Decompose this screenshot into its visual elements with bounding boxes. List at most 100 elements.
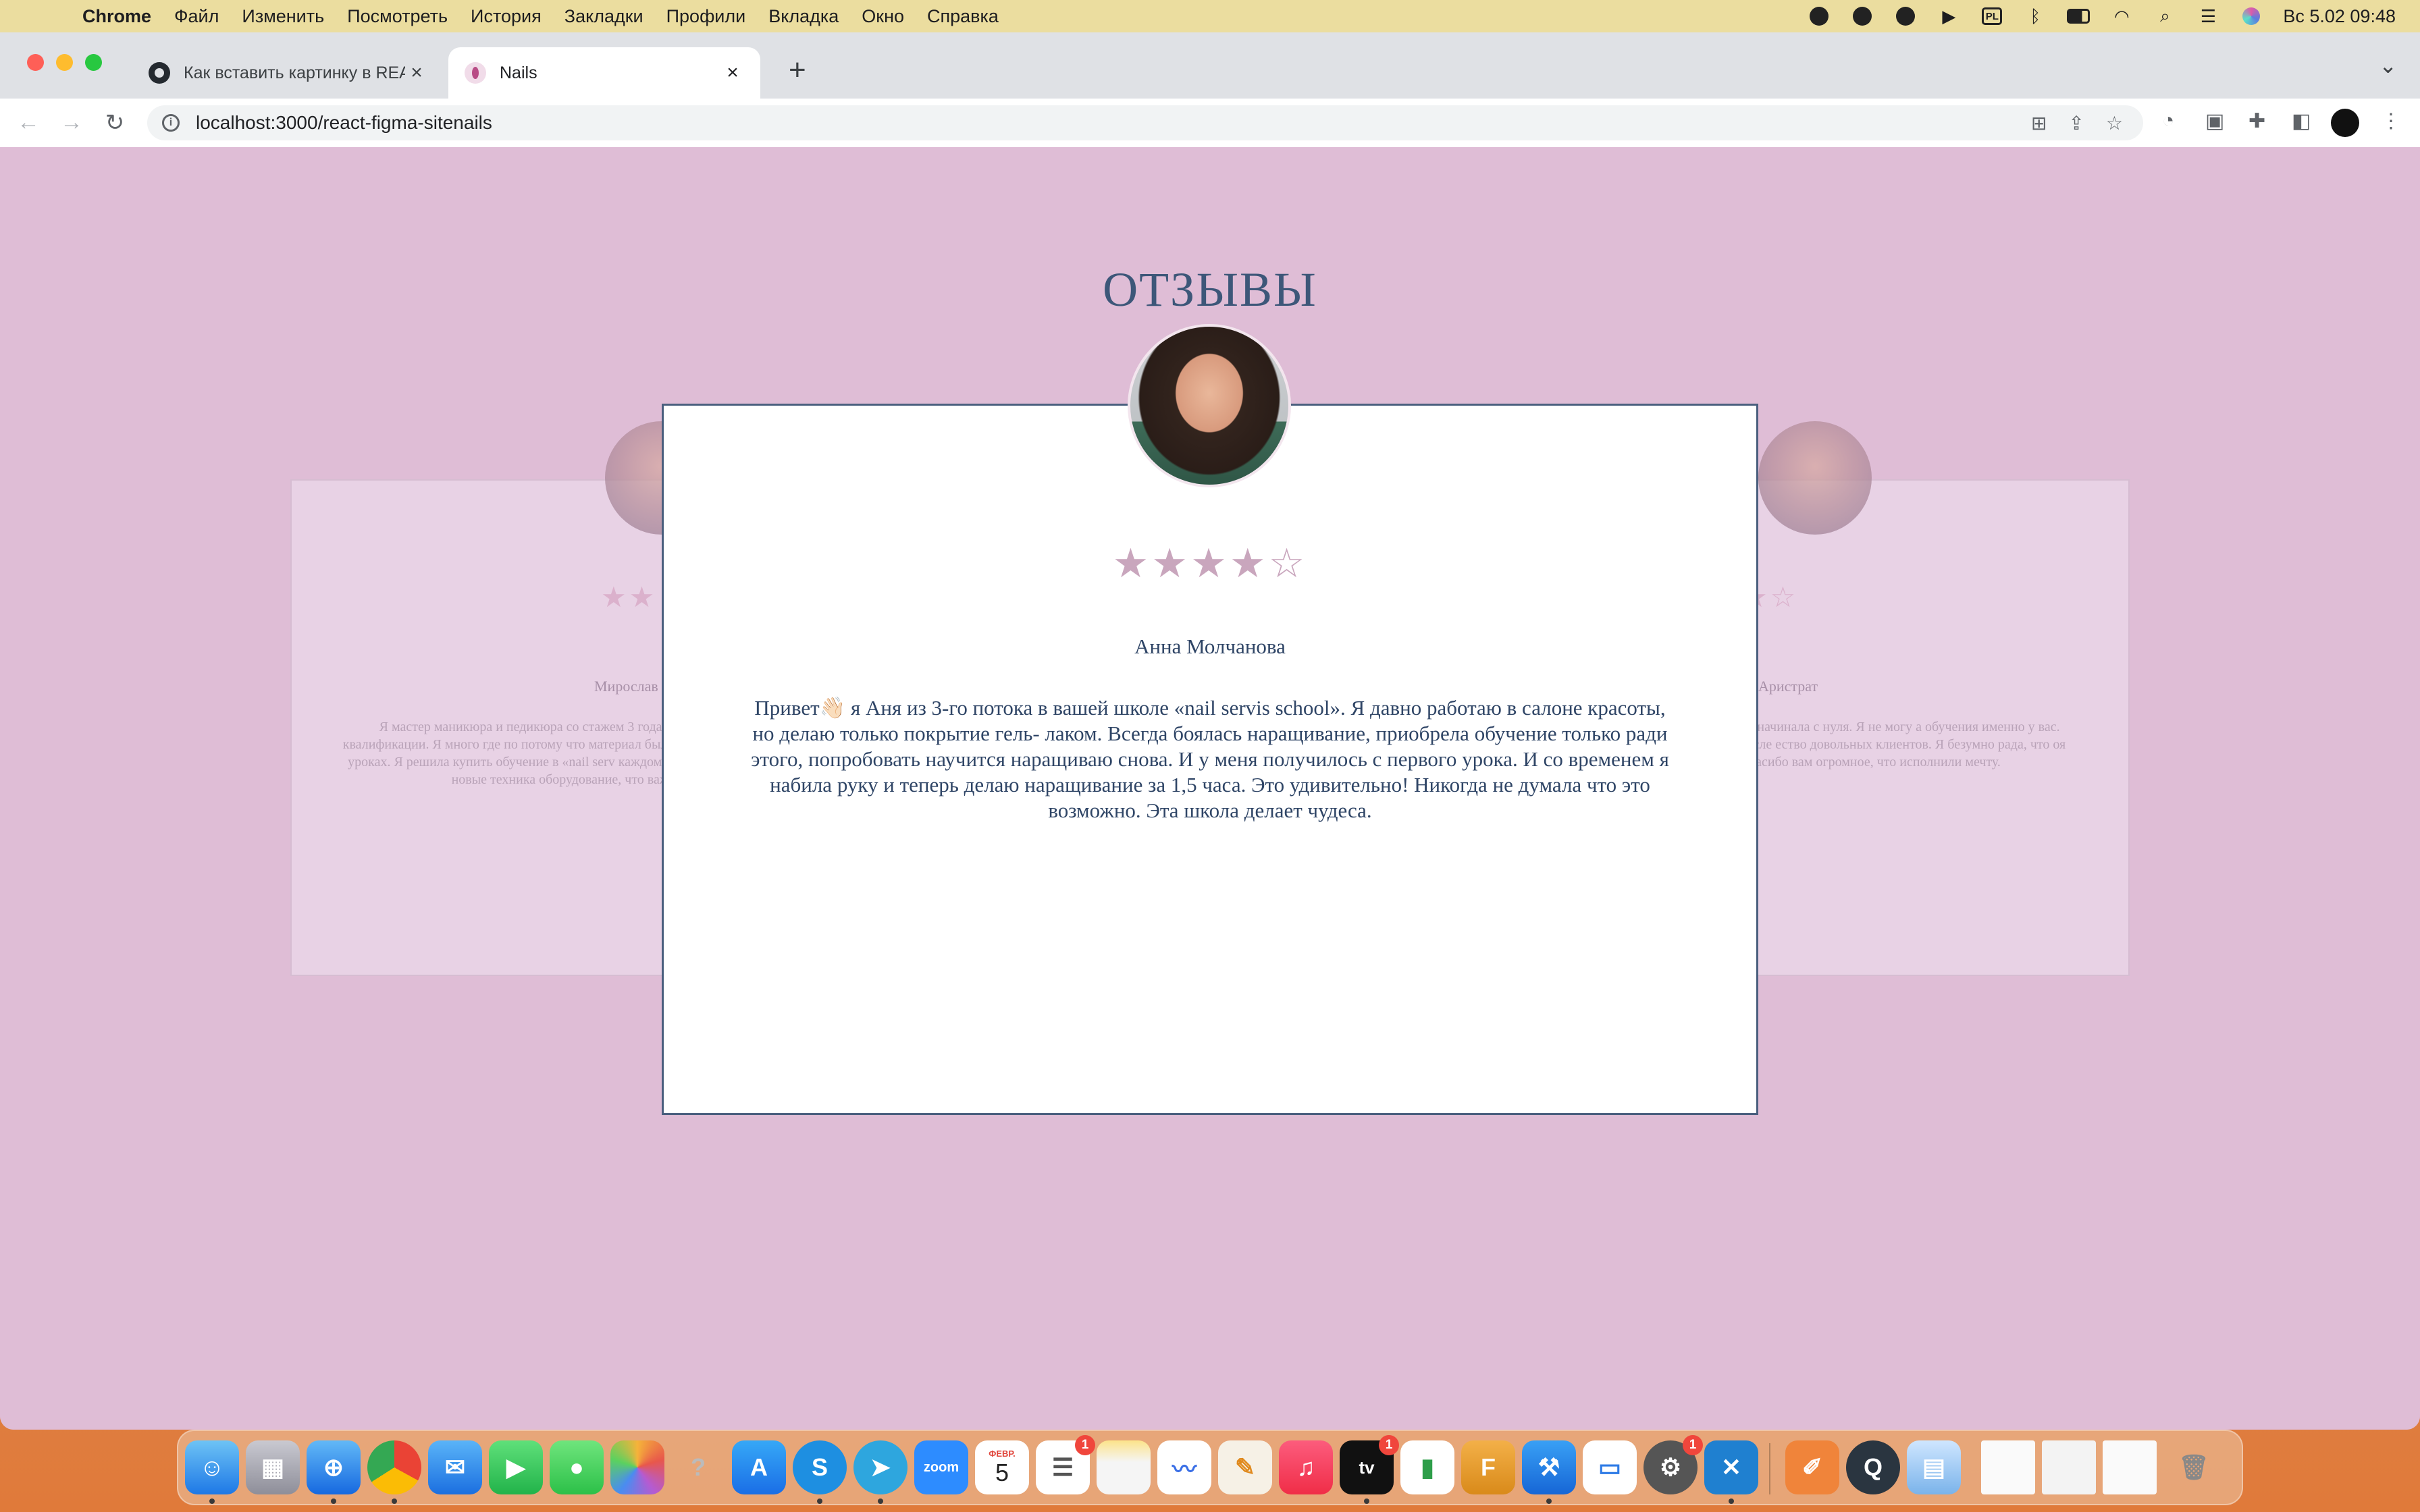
question-mark-icon[interactable]: ? — [671, 1440, 725, 1494]
menu-edit[interactable]: Изменить — [242, 6, 324, 27]
calendar-day: 5 — [995, 1458, 1009, 1486]
chrome-icon[interactable] — [367, 1440, 421, 1494]
nails-favicon-icon — [465, 62, 486, 84]
rating-stars-active: ★★★★☆ — [1112, 541, 1308, 586]
github-icon — [149, 62, 170, 84]
menu-window[interactable]: Окно — [862, 6, 904, 27]
play-circle-icon[interactable]: ▶ — [1937, 6, 1960, 26]
site-info-icon[interactable]: i — [162, 114, 180, 132]
tab-title: Nails — [500, 63, 537, 82]
system-settings-icon[interactable]: ⚙ 1 — [1643, 1435, 1703, 1494]
reviewer-name-active: Анна Молчанова — [1134, 634, 1286, 658]
preview-icon[interactable]: ▤ — [1907, 1440, 1961, 1494]
bookmark-star-icon[interactable]: ☆ — [2106, 112, 2123, 134]
facetime-icon[interactable]: ▶ — [489, 1440, 543, 1494]
extensions-puzzle-icon[interactable]: ✚ — [2248, 109, 2265, 133]
tab-close-icon[interactable]: × — [721, 61, 744, 84]
extension-frame-icon[interactable]: ▣ — [2205, 109, 2224, 133]
review-text-active: Привет👋🏻 я Аня из 3-го потока в вашей шк… — [751, 696, 1669, 822]
creative-cloud-icon[interactable] — [1808, 6, 1831, 26]
menubar-datetime[interactable]: Вс 5.02 09:48 — [2283, 6, 2396, 27]
reviewer-avatar-right — [1758, 421, 1872, 535]
window-close-button[interactable] — [27, 54, 44, 71]
safari-icon[interactable]: ⊕ — [307, 1440, 361, 1494]
reviews-section-title: ОТЗЫВЫ — [1103, 263, 1317, 317]
menu-bookmarks[interactable]: Закладки — [564, 6, 643, 27]
checkmark-app-icon[interactable] — [1851, 6, 1874, 26]
reload-button[interactable]: ↻ — [101, 109, 128, 136]
address-url[interactable]: localhost:3000/react-figma-sitenails — [196, 112, 492, 134]
menu-history[interactable]: История — [471, 6, 542, 27]
menu-tab[interactable]: Вкладка — [768, 6, 839, 27]
sketch-pen-icon[interactable]: ✐ — [1785, 1440, 1839, 1494]
back-button[interactable]: ← — [15, 109, 42, 136]
control-center-icon[interactable]: ☰ — [2197, 6, 2219, 26]
mail-icon[interactable]: ✉ — [428, 1440, 482, 1494]
share-icon[interactable]: ⇪ — [2068, 112, 2084, 134]
window-controls — [27, 54, 102, 71]
tab-nails[interactable]: Nails × — [448, 47, 760, 99]
window-maximize-button[interactable] — [85, 54, 102, 71]
telegram-icon[interactable]: ➤ — [853, 1440, 908, 1494]
dock: ☺ ▦ ⊕ ✉ ▶ ● ? A S ➤ zoom ФЕВР. 5 ☰ 1 〰 ✎ … — [177, 1430, 2243, 1505]
translate-icon[interactable]: ⊞ — [2031, 112, 2047, 134]
numbers-icon[interactable]: ▮ — [1400, 1440, 1454, 1494]
app-store-icon[interactable]: A — [732, 1440, 786, 1494]
messages-icon[interactable]: ● — [550, 1440, 604, 1494]
launchpad-icon[interactable]: ▦ — [246, 1440, 300, 1494]
trash-icon[interactable]: 🗑 — [2167, 1440, 2221, 1494]
apple-tv-icon[interactable]: tv 1 — [1340, 1435, 1399, 1494]
battery-icon[interactable] — [2067, 6, 2090, 26]
zoom-icon[interactable]: zoom — [914, 1440, 968, 1494]
figma-file-icon[interactable]: F — [1461, 1440, 1515, 1494]
bluetooth-icon[interactable]: ᛒ — [2024, 6, 2047, 26]
finder-icon[interactable]: ☺ — [185, 1440, 239, 1494]
tab-strip: Как вставить картинку в README × Nails ×… — [0, 32, 2420, 99]
keyboard-layout-label: PL — [1982, 7, 2003, 25]
recent-document-1[interactable] — [1981, 1440, 2035, 1494]
new-tab-button[interactable]: + — [789, 55, 806, 85]
menu-profiles[interactable]: Профили — [666, 6, 746, 27]
vscode-icon[interactable]: ✕ — [1704, 1440, 1758, 1494]
keynote-icon[interactable]: ▭ — [1583, 1440, 1637, 1494]
apple-tv-label: tv — [1359, 1457, 1375, 1478]
spotlight-search-icon[interactable]: ⌕ — [2153, 5, 2176, 26]
keyboard-layout-icon[interactable]: PL — [1980, 6, 2003, 26]
reviewer-name-left: Мирослав — [594, 678, 658, 695]
forward-button[interactable]: → — [58, 109, 85, 136]
browser-toolbar: ← → ↻ i localhost:3000/react-figma-siten… — [0, 99, 2420, 147]
recent-document-2[interactable] — [2042, 1440, 2096, 1494]
reminders-icon[interactable]: ☰ 1 — [1036, 1435, 1095, 1494]
chrome-menu-icon[interactable]: ⋮ — [2381, 109, 2401, 133]
profile-avatar[interactable] — [2331, 109, 2359, 137]
tab-search-chevron-icon[interactable]: ⌄ — [2379, 53, 2397, 78]
freeform-icon[interactable]: 〰 — [1157, 1440, 1211, 1494]
side-panel-icon[interactable]: ◧ — [2292, 109, 2311, 133]
quicktime-icon[interactable]: Q — [1846, 1440, 1900, 1494]
reminders-badge: 1 — [1075, 1435, 1095, 1455]
tab-github-readme[interactable]: Как вставить картинку в README × — [132, 47, 444, 99]
siri-icon[interactable] — [2240, 6, 2263, 26]
skype-icon[interactable]: S — [793, 1440, 847, 1494]
settings-badge: 1 — [1683, 1435, 1703, 1455]
address-bar[interactable]: i localhost:3000/react-figma-sitenails ⊞… — [147, 105, 2143, 140]
navigation-arrow-icon[interactable] — [1894, 6, 1917, 26]
notes-icon[interactable] — [1097, 1440, 1151, 1494]
tab-close-icon[interactable]: × — [405, 61, 428, 84]
menu-bar: Chrome Файл Изменить Посмотреть История … — [0, 0, 2420, 32]
calendar-icon[interactable]: ФЕВР. 5 — [975, 1440, 1029, 1494]
photos-icon[interactable] — [610, 1440, 664, 1494]
apple-tv-badge: 1 — [1379, 1435, 1399, 1455]
wifi-icon[interactable]: ◠ — [2110, 6, 2133, 26]
pages-icon[interactable]: ✎ — [1218, 1440, 1272, 1494]
calendar-month: ФЕВР. — [989, 1448, 1016, 1459]
recent-document-3[interactable] — [2103, 1440, 2157, 1494]
menu-file[interactable]: Файл — [174, 6, 219, 27]
extension-icon[interactable]: ◔ — [2162, 109, 2174, 132]
window-minimize-button[interactable] — [56, 54, 73, 71]
music-icon[interactable]: ♫ — [1279, 1440, 1333, 1494]
menu-view[interactable]: Посмотреть — [347, 6, 448, 27]
xcode-icon[interactable]: ⚒ — [1522, 1440, 1576, 1494]
menu-app-chrome[interactable]: Chrome — [82, 6, 151, 27]
menu-help[interactable]: Справка — [927, 6, 999, 27]
